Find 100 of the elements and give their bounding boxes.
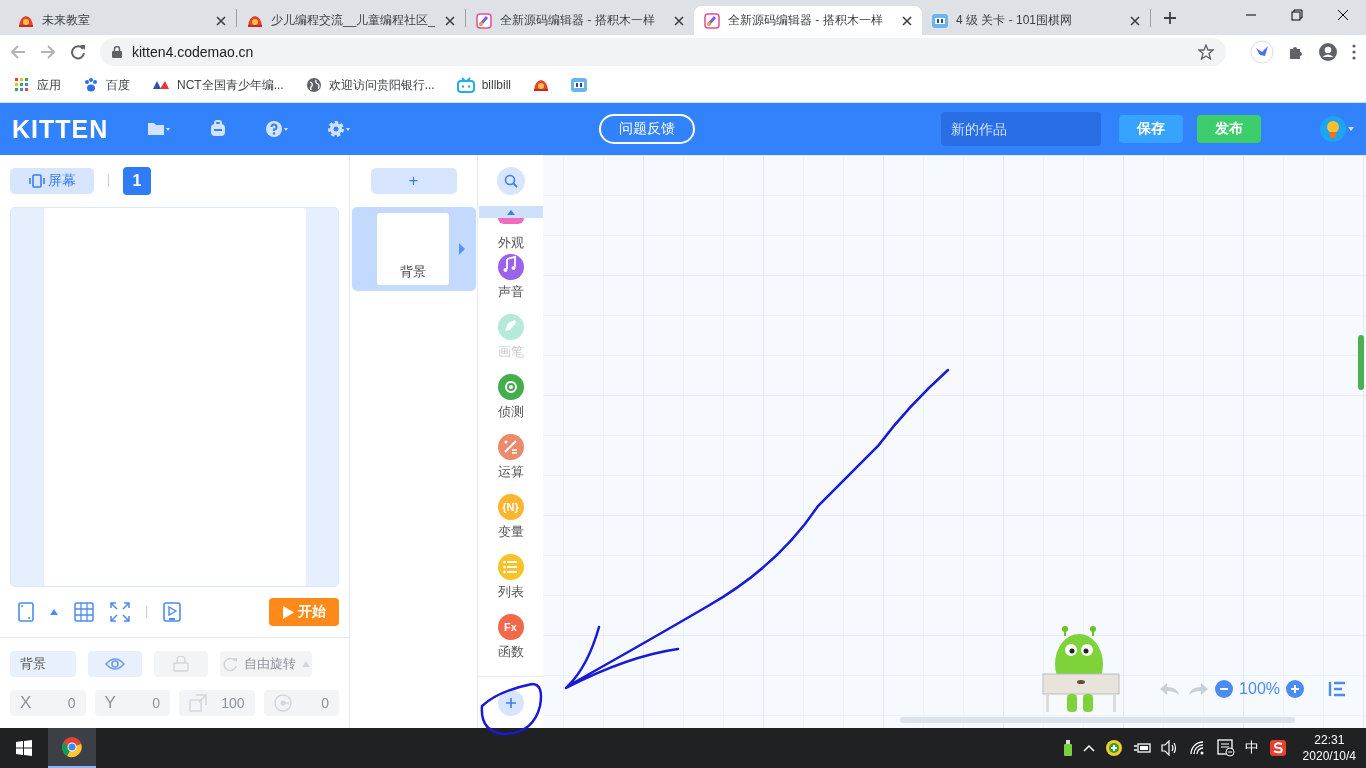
tv-icon[interactable]: [456, 77, 475, 93]
add-extension-button[interactable]: [497, 690, 524, 716]
close-icon[interactable]: [1130, 15, 1140, 26]
tab-title[interactable]: 少儿编程交流__儿童编程社区_: [271, 12, 437, 29]
reload-icon[interactable]: [70, 43, 86, 60]
property-value: 0: [67, 695, 76, 711]
tab-title[interactable]: 4 级 关卡 - 101围棋网: [956, 12, 1122, 29]
sprite-name: 背景: [376, 213, 449, 285]
close-icon[interactable]: [1337, 9, 1349, 21]
category-label[interactable]: 运算: [497, 463, 524, 481]
globe-icon[interactable]: [305, 77, 322, 93]
lock-icon: [173, 656, 189, 672]
category-item[interactable]: 运算: [478, 434, 543, 494]
bird-extension-icon[interactable]: [1250, 39, 1274, 64]
sprite-card[interactable]: 背景: [351, 207, 476, 291]
vertical-scrollbar[interactable]: [1358, 335, 1364, 390]
feedback-button[interactable]: 问题反馈: [599, 114, 695, 144]
zoom-out-icon[interactable]: [1215, 680, 1234, 698]
category-item[interactable]: {N} 变量: [478, 494, 543, 554]
category-item[interactable]: 声音: [478, 254, 543, 314]
shield-plus-icon[interactable]: [1104, 739, 1123, 757]
bookmark-link[interactable]: billbill: [481, 78, 512, 92]
category-item[interactable]: 外观: [478, 218, 543, 254]
grid-icon[interactable]: [74, 602, 94, 622]
browser-tab[interactable]: 未来教室: [8, 6, 236, 35]
chrome-browser-icon[interactable]: [61, 736, 83, 758]
fullscreen-icon[interactable]: [110, 602, 130, 622]
category-badge: {N}: [497, 494, 524, 520]
usb-drive-icon[interactable]: [1062, 740, 1073, 756]
windows-start-icon[interactable]: [16, 740, 32, 756]
ime-indicator[interactable]: 中: [1244, 739, 1259, 757]
url-text: kitten4.codemao.cn: [132, 43, 255, 60]
caret-icon[interactable]: [1348, 127, 1354, 131]
browser-tab[interactable]: 全新源码编辑器 - 搭积木一样: [694, 6, 922, 35]
category-label[interactable]: 外观: [497, 234, 524, 252]
category-label[interactable]: 函数: [497, 643, 524, 661]
category-label[interactable]: 变量: [497, 523, 524, 541]
bookmark-link[interactable]: 欢迎访问贵阳银行...: [328, 76, 435, 94]
play-screen-icon[interactable]: [163, 602, 181, 622]
battery-plug-icon[interactable]: [1132, 741, 1151, 755]
category-item[interactable]: Fx 函数: [478, 614, 543, 674]
bookmark-link[interactable]: 百度: [106, 76, 130, 94]
browser-tab[interactable]: 少儿编程交流__儿童编程社区_: [237, 6, 465, 35]
settings-icon[interactable]: [327, 120, 351, 138]
tab-title[interactable]: 全新源码编辑器 - 搭积木一样: [500, 12, 666, 29]
tab-title[interactable]: 未来教室: [42, 12, 208, 29]
caret-up-icon: [506, 209, 515, 215]
caret-up-icon[interactable]: [50, 609, 58, 615]
title-field[interactable]: 新的作品: [941, 112, 1101, 146]
category-badge: Fx: [497, 614, 524, 640]
backpack-icon[interactable]: [209, 120, 227, 138]
zoom-in-icon[interactable]: [1286, 680, 1304, 698]
sogou-ime-icon[interactable]: [1268, 739, 1287, 757]
bookmark-link[interactable]: 应用: [37, 76, 61, 94]
direction-dial-icon: [273, 694, 292, 712]
zoom-level: 100%: [1239, 680, 1280, 698]
clock-date[interactable]: 2020/10/4: [1302, 748, 1356, 764]
lock-toggle[interactable]: [154, 651, 208, 677]
visibility-toggle[interactable]: [88, 651, 142, 677]
horizontal-scrollbar[interactable]: [900, 717, 1295, 723]
phone-rotate-icon: [28, 174, 45, 188]
close-icon[interactable]: [445, 15, 455, 26]
category-label[interactable]: 侦测: [497, 403, 524, 421]
browser-tab[interactable]: 全新源码编辑器 - 搭积木一样: [466, 6, 694, 35]
address-bar[interactable]: kitten4.codemao.cn: [100, 37, 1226, 66]
clock-time[interactable]: 22:31: [1314, 732, 1345, 748]
notification-icon[interactable]: [1216, 739, 1235, 757]
scroll-up-button[interactable]: [478, 206, 543, 218]
new-tab-icon[interactable]: [1163, 10, 1177, 25]
bookmark-link[interactable]: NCT全国青少年编...: [177, 76, 284, 94]
property-value: 0: [321, 695, 329, 711]
close-icon[interactable]: [216, 15, 226, 26]
apps-grid-icon[interactable]: [14, 77, 30, 93]
category-item[interactable]: 侦测: [478, 374, 543, 434]
category-item[interactable]: 列表: [478, 554, 543, 614]
speaker-icon[interactable]: [1160, 740, 1179, 756]
property-value: 0: [152, 695, 160, 711]
tab-title[interactable]: 全新源码编辑器 - 搭积木一样: [728, 12, 894, 29]
close-icon[interactable]: [674, 15, 684, 26]
sprite-name-field[interactable]: 背景: [10, 651, 76, 677]
more-menu-icon[interactable]: [1352, 43, 1356, 60]
profile-icon[interactable]: [1318, 41, 1338, 62]
restore-icon[interactable]: [1291, 9, 1303, 21]
board-logo-icon: [571, 77, 588, 93]
hat-logo-icon: [533, 77, 550, 93]
help-icon[interactable]: [265, 120, 289, 138]
category-label[interactable]: 声音: [497, 283, 524, 301]
close-icon[interactable]: [902, 15, 912, 26]
paw-icon[interactable]: [83, 77, 99, 93]
browser-tab[interactable]: 4 级 关卡 - 101围棋网: [922, 6, 1150, 35]
category-label[interactable]: 列表: [497, 583, 524, 601]
folder-icon[interactable]: [147, 120, 171, 138]
align-blocks-icon[interactable]: [1328, 681, 1346, 697]
search-button[interactable]: [496, 167, 525, 195]
star-icon[interactable]: [1198, 43, 1214, 60]
screen-number-tab[interactable]: 1: [123, 167, 151, 195]
phone-frame-icon[interactable]: [18, 602, 34, 622]
avatar-icon[interactable]: [1320, 116, 1346, 142]
property-label: X: [20, 693, 32, 713]
chevron-up-icon[interactable]: [1082, 744, 1095, 752]
